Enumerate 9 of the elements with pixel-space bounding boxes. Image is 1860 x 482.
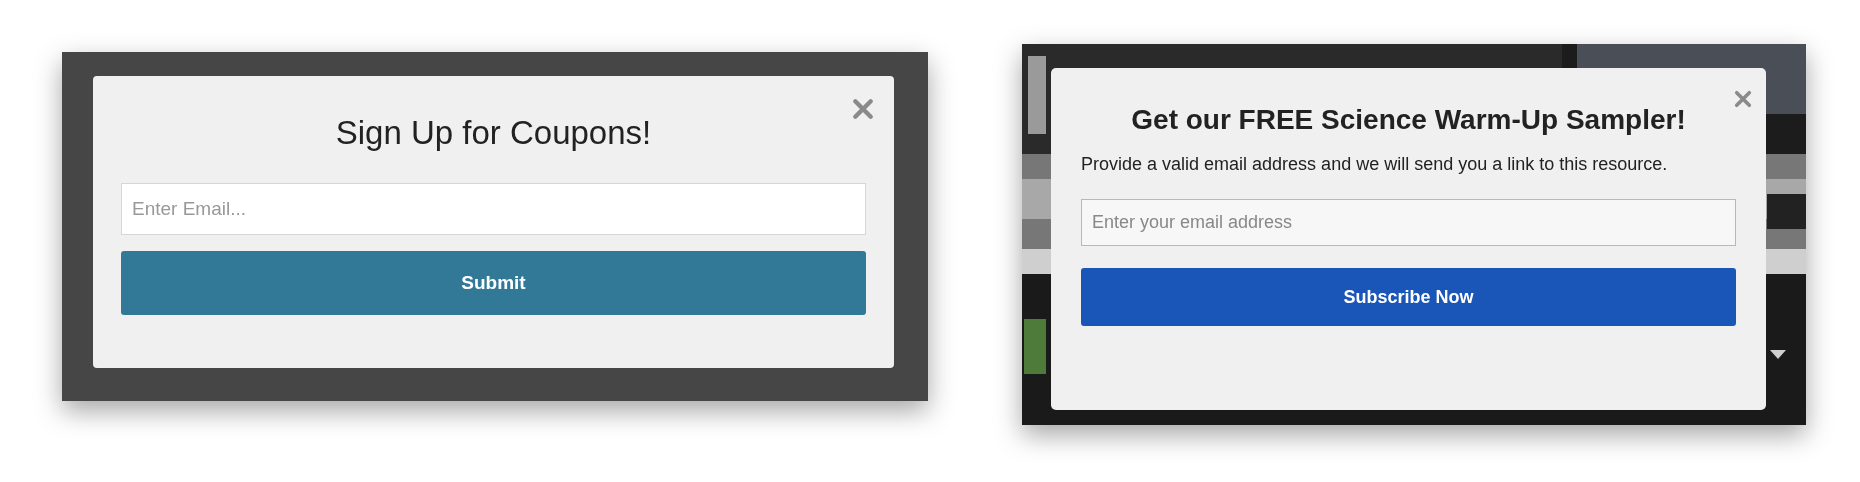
email-field[interactable]: Enter your email address	[1081, 199, 1736, 246]
email-field[interactable]: Enter Email...	[121, 183, 866, 235]
submit-button[interactable]: Subscribe Now	[1081, 268, 1736, 326]
popup-title: Get our FREE Science Warm-Up Sampler!	[1130, 103, 1687, 137]
popup-title: Sign Up for Coupons!	[334, 113, 653, 153]
popup-description: Provide a valid email address and we will send you a link to this resource.	[1081, 153, 1669, 176]
close-icon[interactable]	[852, 98, 874, 120]
submit-button[interactable]: Submit	[121, 251, 866, 315]
close-icon[interactable]	[1734, 90, 1752, 108]
